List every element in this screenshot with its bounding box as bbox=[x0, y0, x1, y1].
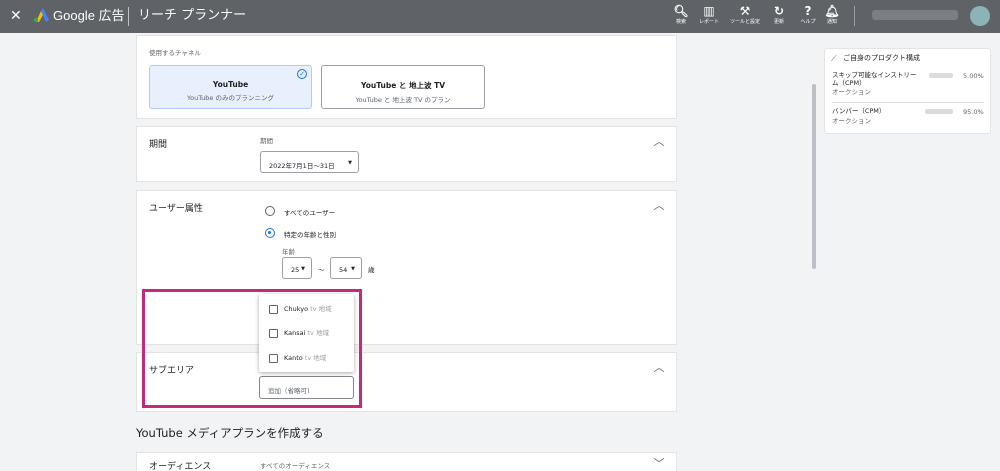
audience-card: オーディエンス すべてのオーディエンス ﹀ bbox=[136, 452, 677, 471]
age-label: 年齢 bbox=[282, 248, 295, 256]
check-icon: ✓ bbox=[297, 69, 307, 79]
blurred-value bbox=[929, 73, 953, 78]
age-range-tilde: ～ bbox=[318, 266, 325, 274]
page-title: リーチ プランナー bbox=[138, 8, 247, 23]
channel-youtube-tv-subtitle: YouTube と 地上波 TV のプラン bbox=[355, 96, 451, 104]
tools-settings-label: ツールと設定 bbox=[729, 19, 760, 25]
age-from-value: 25 bbox=[291, 266, 300, 274]
age-to-value: 54 bbox=[339, 266, 348, 274]
brand-name: Google 広告 bbox=[53, 8, 125, 23]
expand-chevron-icon[interactable]: ﹀ bbox=[652, 457, 666, 471]
channel-label: 使用するチャネル bbox=[149, 49, 201, 57]
period-value: 2022年7月1日～31日 bbox=[269, 162, 335, 170]
age-unit: 歳 bbox=[368, 266, 375, 274]
audience-value: すべてのオーディエンス bbox=[260, 462, 331, 470]
specific-age-gender-radio[interactable] bbox=[265, 228, 275, 238]
age-from-select[interactable]: 25 ▼ bbox=[282, 257, 312, 279]
bell-icon: 🔔︎ bbox=[824, 4, 840, 18]
age-to-select[interactable]: 54 ▼ bbox=[330, 257, 362, 279]
divider bbox=[832, 102, 984, 103]
reports-label: レポート bbox=[698, 19, 719, 25]
channel-youtube-subtitle: YouTube のみのプランニング bbox=[187, 94, 274, 102]
dropdown-arrow-icon: ▼ bbox=[348, 160, 352, 166]
highlight-box bbox=[142, 289, 362, 408]
period-section-title: 期間 bbox=[149, 140, 168, 150]
tools-settings-button[interactable]: ⚒ ツールと設定 bbox=[727, 4, 763, 25]
trend-icon: ⟋ bbox=[831, 54, 837, 63]
notifications-label: 通知 bbox=[826, 19, 837, 25]
all-users-label: すべてのユーザー bbox=[284, 209, 336, 217]
all-users-radio[interactable] bbox=[265, 206, 275, 216]
channel-youtube-title: YouTube bbox=[212, 80, 249, 89]
product-item-percent: 95.0% bbox=[963, 108, 984, 116]
notifications-button[interactable]: 🔔︎ 通知 bbox=[814, 4, 850, 25]
avatar[interactable] bbox=[970, 6, 990, 26]
blurred-value bbox=[925, 109, 953, 114]
channel-card: 使用するチャネル YouTube YouTube のみのプランニング ✓ You… bbox=[136, 35, 677, 119]
reports-button[interactable]: ▥ レポート bbox=[691, 4, 727, 25]
channel-option-youtube-tv[interactable]: YouTube と 地上波 TV YouTube と 地上波 TV のプラン bbox=[321, 65, 485, 109]
dropdown-arrow-icon: ▼ bbox=[351, 266, 355, 272]
media-plan-heading: YouTube メディアプランを作成する bbox=[136, 426, 324, 440]
dropdown-arrow-icon: ▼ bbox=[301, 266, 305, 272]
product-item-percent: 5.00% bbox=[963, 72, 984, 80]
specific-age-gender-label: 特定の年齢と性別 bbox=[284, 231, 336, 239]
account-info[interactable] bbox=[872, 10, 958, 20]
period-select[interactable]: 2022年7月1日～31日 ▼ bbox=[260, 151, 359, 173]
demographics-section-title: ユーザー属性 bbox=[149, 204, 203, 214]
period-label: 期間 bbox=[260, 137, 273, 145]
collapse-chevron-icon[interactable]: ︿ bbox=[652, 361, 666, 375]
channel-youtube-tv-title: YouTube と 地上波 TV bbox=[360, 81, 446, 90]
product-item-name: バンパー（CPM） bbox=[832, 107, 886, 115]
period-card: 期間 期間 2022年7月1日～31日 ▼ ︿ bbox=[136, 126, 677, 182]
toolbar-divider bbox=[854, 6, 855, 26]
collapse-chevron-icon[interactable]: ︿ bbox=[652, 199, 666, 213]
product-item-type: オークション bbox=[832, 117, 871, 125]
product-mix-title: ご自身のプロダクト構成 bbox=[843, 54, 920, 62]
top-bar: ✕ Google 広告 リーチ プランナー 🔍︎ 検索 ▥ レポート ⚒ ツール… bbox=[0, 0, 1000, 33]
channel-option-youtube[interactable]: YouTube YouTube のみのプランニング ✓ bbox=[149, 65, 312, 109]
product-item-name: スキップ可能なインストリーム（CPM） bbox=[832, 71, 917, 87]
collapse-chevron-icon[interactable]: ︿ bbox=[652, 135, 666, 149]
wrench-icon: ⚒ bbox=[739, 4, 751, 18]
product-item-type: オークション bbox=[832, 88, 871, 96]
title-divider bbox=[128, 7, 129, 26]
close-icon[interactable]: ✕ bbox=[10, 8, 22, 24]
google-ads-logo-icon bbox=[33, 8, 49, 22]
audience-section-title: オーディエンス bbox=[149, 462, 212, 471]
reports-icon: ▥ bbox=[703, 4, 715, 18]
